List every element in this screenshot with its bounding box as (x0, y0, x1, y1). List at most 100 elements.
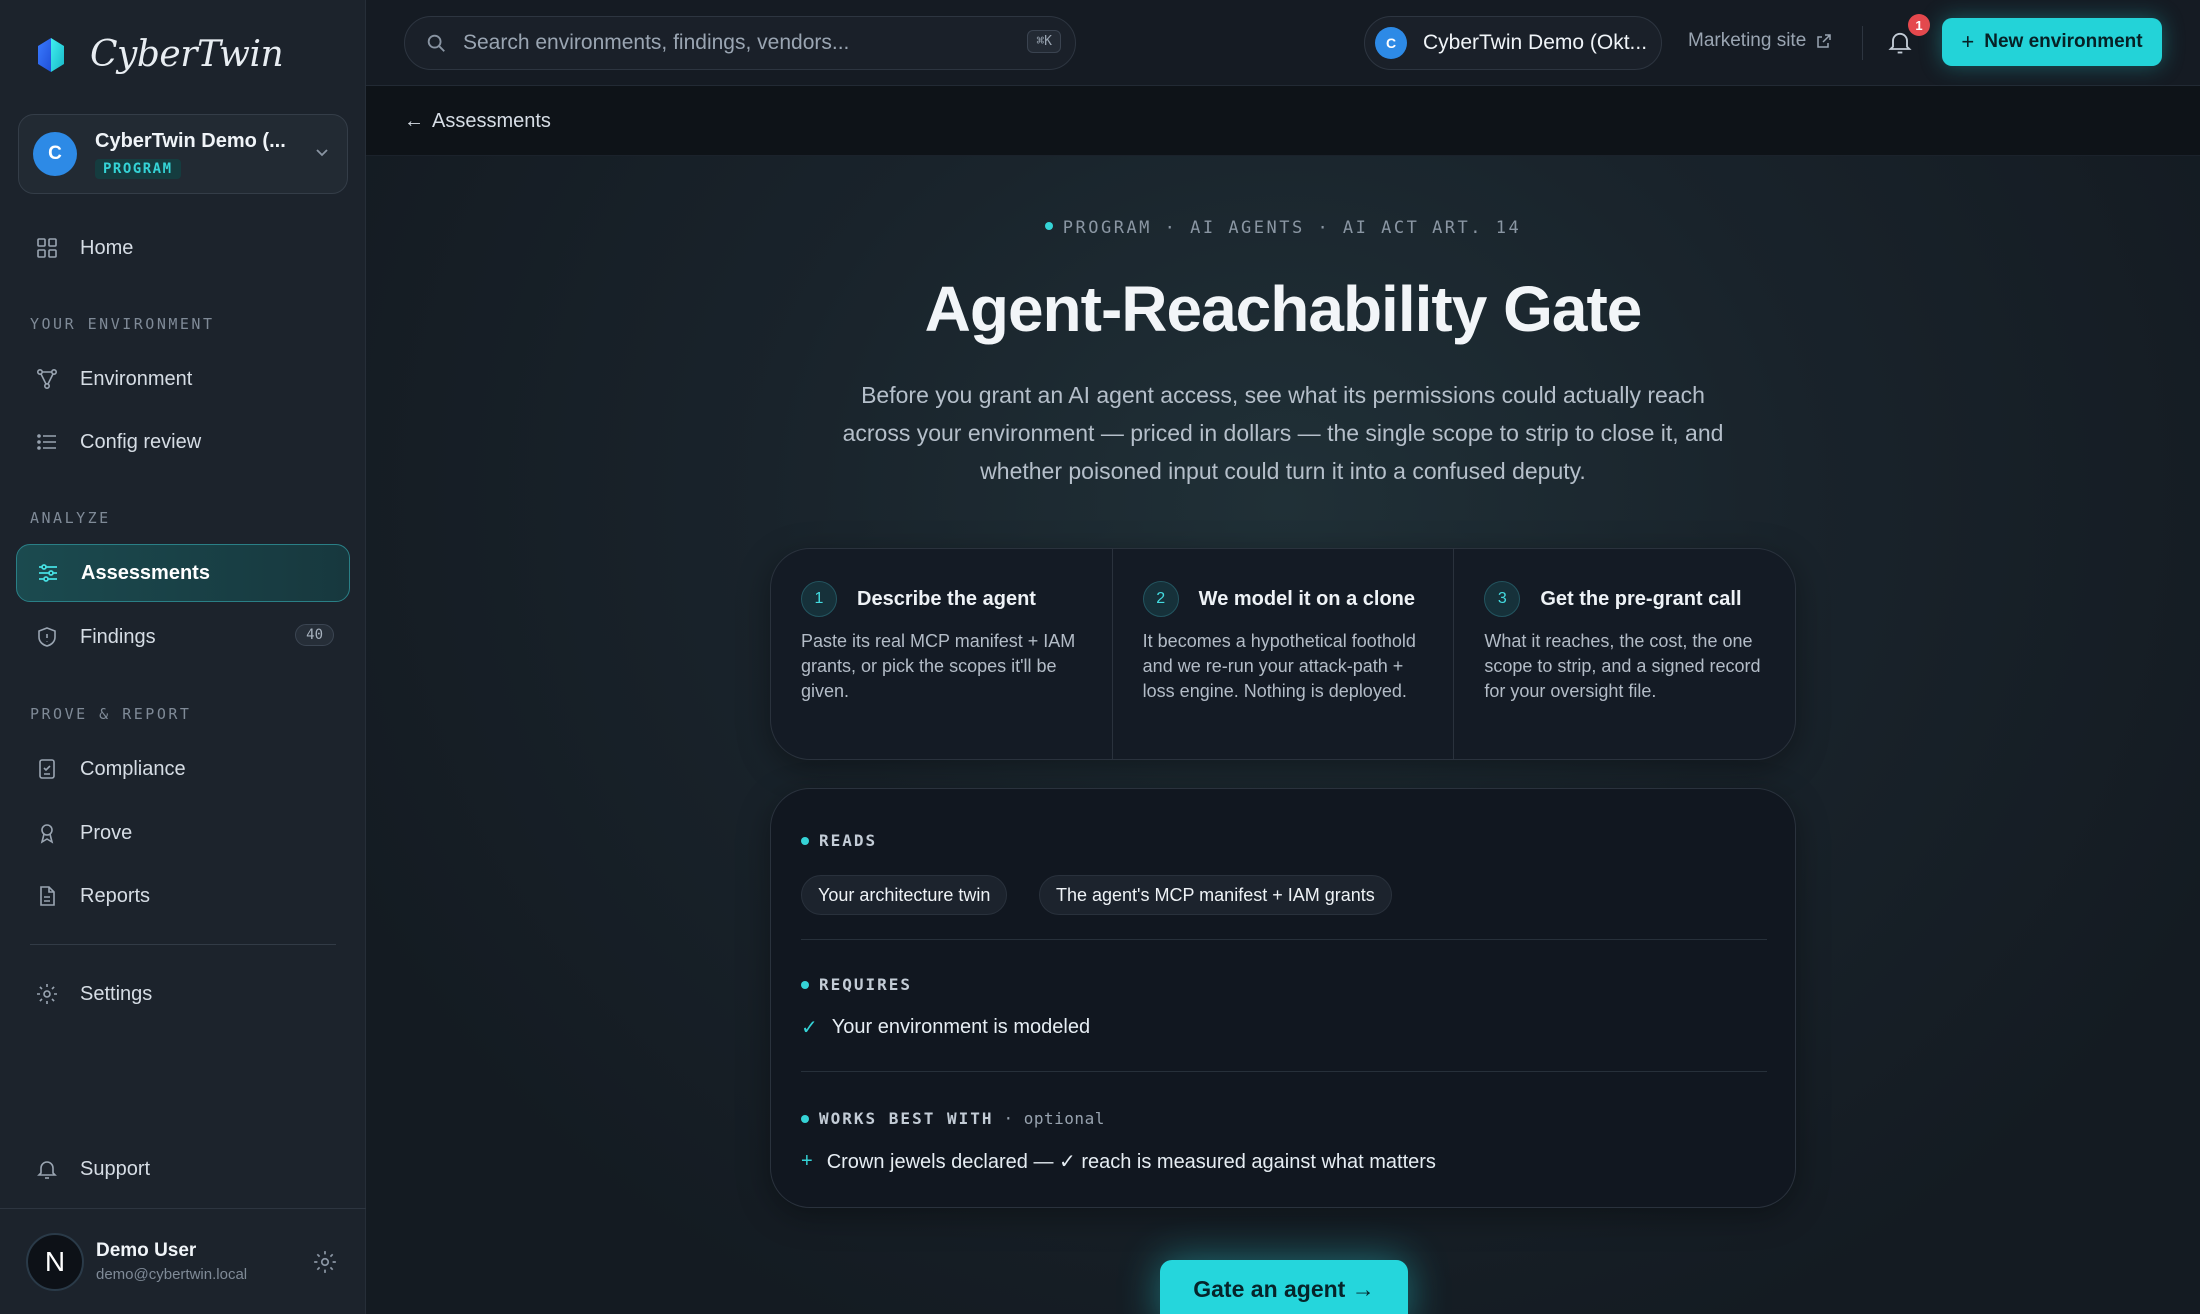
nav-divider (30, 944, 336, 945)
status-dot (801, 836, 809, 845)
check-icon: ✓ (801, 1017, 818, 1039)
status-dot (801, 1114, 809, 1123)
works-best-label-text: WORKS BEST WITH (819, 1109, 994, 1128)
sidebar-item-settings[interactable]: Settings (16, 965, 350, 1023)
grid-icon (34, 235, 60, 261)
sidebar-item-prove[interactable]: Prove (16, 804, 350, 862)
avatar: N (26, 1232, 84, 1291)
nav-section-prove-report: PROVE & REPORT (30, 705, 192, 723)
sidebar-item-label: Reports (80, 884, 151, 907)
search-bar[interactable]: ⌘K (404, 16, 1076, 70)
user-settings-gear-icon[interactable] (312, 1249, 338, 1275)
step-1: 1 Describe the agent Paste its real MCP … (771, 549, 1113, 759)
org-tag: PROGRAM (95, 158, 181, 179)
eyebrow: PROGRAM · AI AGENTS · AI ACT ART. 14 (366, 218, 2200, 238)
sidebar-item-config-review[interactable]: Config review (16, 413, 350, 471)
search-icon (427, 34, 445, 52)
sidebar-item-home[interactable]: Home (16, 219, 350, 277)
shield-icon (34, 624, 60, 650)
page-subtitle: Before you grant an AI agent access, see… (842, 382, 1724, 484)
external-link-icon (1817, 34, 1832, 48)
reads-label: READS (801, 831, 877, 850)
plus-icon: + (1961, 29, 1975, 54)
top-bar: ⌘K C CyberTwin Demo (Okt... Marketing si… (366, 0, 2200, 86)
status-dot (1044, 222, 1053, 230)
org-name: CyberTwin Demo (... (95, 129, 286, 152)
sidebar-item-label: Findings (80, 625, 156, 648)
org-switcher[interactable]: C CyberTwin Demo (... PROGRAM (18, 114, 348, 194)
findings-count-badge: 40 (295, 624, 334, 646)
list-icon (34, 429, 60, 455)
search-shortcut: ⌘K (1027, 30, 1061, 53)
sidebar-item-support[interactable]: Support (16, 1140, 350, 1198)
sidebar-item-findings[interactable]: Findings 40 (16, 608, 350, 666)
environment-switcher[interactable]: C CyberTwin Demo (Okt... (1364, 16, 1662, 70)
step-title: Describe the agent (857, 587, 1036, 610)
step-title: Get the pre-grant call (1540, 587, 1742, 610)
step-title: We model it on a clone (1198, 587, 1415, 610)
step-description: What it reaches, the cost, the one scope… (1484, 631, 1761, 701)
top-divider (1862, 26, 1863, 60)
step-number: 3 (1484, 581, 1521, 617)
bell-icon (34, 1156, 60, 1182)
marketing-site-label: Marketing site (1688, 30, 1807, 51)
step-2: 2 We model it on a clone It becomes a hy… (1113, 549, 1455, 759)
sliders-icon (35, 560, 61, 586)
requires-label-text: REQUIRES (819, 975, 913, 994)
nav-section-analyze: ANALYZE (30, 509, 111, 527)
award-icon (34, 820, 60, 846)
logo[interactable]: CyberTwin (32, 34, 284, 75)
sidebar-item-label: Config review (80, 430, 202, 453)
sidebar-item-label: Home (80, 236, 134, 259)
nav-section-environment: YOUR ENVIRONMENT (30, 315, 215, 333)
arrow-left-icon: ← (404, 110, 424, 132)
cybertwin-logo-icon (38, 37, 64, 72)
env-avatar: C (1375, 27, 1407, 59)
network-icon (34, 366, 60, 392)
sidebar-item-label: Prove (80, 821, 133, 844)
sidebar-item-label: Assessments (81, 561, 210, 584)
main-content: PROGRAM · AI AGENTS · AI ACT ART. 14 Age… (366, 156, 2200, 1314)
chevron-down-icon (315, 143, 329, 164)
requires-label: REQUIRES (801, 975, 912, 994)
breadcrumb-bar: ← Assessments (366, 86, 2200, 156)
step-number: 1 (801, 581, 837, 617)
requirements-card: READS Your architecture twin The agent's… (770, 788, 1796, 1208)
new-environment-button[interactable]: + New environment (1942, 18, 2162, 66)
user-name: Demo User (96, 1240, 197, 1261)
sidebar-item-label: Support (80, 1157, 151, 1180)
notification-count-badge: 1 (1908, 14, 1930, 36)
eyebrow-text: PROGRAM · AI AGENTS · AI ACT ART. 14 (1062, 218, 1522, 238)
step-description: It becomes a hypothetical foothold and w… (1142, 631, 1416, 701)
clipboard-check-icon (34, 756, 60, 782)
sidebar-item-label: Compliance (80, 757, 186, 780)
sidebar-item-compliance[interactable]: Compliance (16, 740, 350, 798)
marketing-site-link[interactable]: Marketing site (1688, 30, 1832, 52)
step-3: 3 Get the pre-grant call What it reaches… (1454, 549, 1795, 759)
optional-tag: · optional (1003, 1109, 1105, 1128)
reads-chip: Your architecture twin (801, 875, 1008, 915)
gate-agent-button[interactable]: Gate an agent → (1160, 1260, 1408, 1314)
sidebar-item-environment[interactable]: Environment (16, 350, 350, 408)
sidebar-item-label: Environment (80, 367, 193, 390)
app-name: CyberTwin (90, 34, 284, 75)
new-environment-label: New environment (1984, 31, 2143, 52)
divider (801, 939, 1767, 940)
user-menu[interactable]: N Demo User demo@cybertwin.local (0, 1208, 366, 1314)
requires-item: ✓ Your environment is modeled (801, 1015, 1090, 1040)
step-description: Paste its real MCP manifest + IAM grants… (801, 631, 1076, 701)
search-input[interactable] (463, 31, 1003, 55)
sidebar-item-assessments[interactable]: Assessments (16, 544, 350, 602)
step-number: 2 (1142, 581, 1179, 617)
breadcrumb-back-link[interactable]: ← Assessments (404, 110, 551, 133)
plus-icon: + (801, 1150, 813, 1172)
file-text-icon (34, 883, 60, 909)
divider (801, 1071, 1767, 1072)
works-best-label: WORKS BEST WITH · optional (801, 1109, 1105, 1128)
org-avatar: C (33, 132, 77, 176)
breadcrumb-label: Assessments (432, 110, 551, 132)
sidebar-item-reports[interactable]: Reports (16, 867, 350, 925)
steps-card: 1 Describe the agent Paste its real MCP … (770, 548, 1796, 760)
sidebar-item-label: Settings (80, 982, 153, 1005)
works-best-item: + Crown jewels declared — ✓ reach is mea… (801, 1149, 1436, 1174)
